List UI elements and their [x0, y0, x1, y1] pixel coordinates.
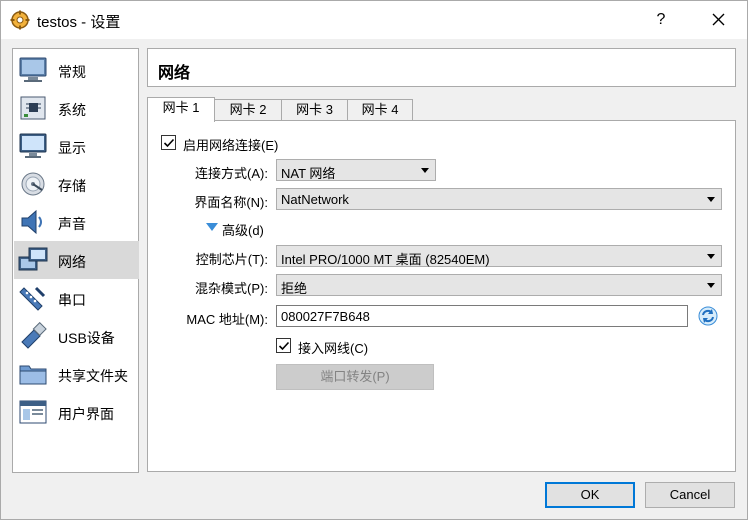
sidebar-item-label: 存储: [58, 178, 86, 194]
sidebar-item-audio[interactable]: 声音: [14, 203, 139, 241]
tab-adapter-3[interactable]: 网卡 3: [281, 99, 348, 121]
page-header: 网络: [147, 48, 736, 87]
adapter-name-label: 界面名称(N):: [194, 195, 268, 210]
chevron-down-icon: [707, 283, 715, 288]
usb-icon: [21, 322, 47, 349]
storage-icon: [21, 172, 45, 196]
promiscuous-mode-label: 混杂模式(P):: [195, 281, 268, 296]
sidebar-item-display[interactable]: 显示: [14, 127, 139, 165]
adapter-name-value: NatNetwork: [281, 192, 349, 207]
network-icon: [18, 247, 48, 271]
sidebar-item-serial-ports[interactable]: 串口: [14, 279, 139, 317]
sidebar-item-label: 串口: [58, 292, 86, 308]
mac-address-label: MAC 地址(M):: [186, 312, 268, 327]
advanced-toggle[interactable]: 高级(d): [204, 218, 284, 238]
system-icon: [20, 96, 46, 120]
sidebar-item-label: 系统: [58, 102, 86, 118]
promiscuous-mode-value: 拒绝: [281, 281, 308, 296]
cable-connected-label: 接入网线(C): [298, 341, 369, 356]
sidebar-item-label: 声音: [58, 216, 86, 232]
sidebar-item-label: USB设备: [58, 330, 115, 346]
mac-address-field[interactable]: [277, 306, 687, 326]
attached-to-select[interactable]: NAT 网络: [276, 159, 436, 181]
sidebar-item-label: 显示: [58, 140, 86, 156]
chevron-down-icon: [707, 197, 715, 202]
adapter-type-value: Intel PRO/1000 MT 桌面 (82540EM): [281, 252, 490, 267]
ok-button[interactable]: OK: [545, 482, 635, 508]
sidebar-item-user-interface[interactable]: 用户界面: [14, 393, 139, 431]
close-button[interactable]: [701, 5, 735, 35]
sidebar-item-shared-folders[interactable]: 共享文件夹: [14, 355, 139, 393]
sidebar-item-storage[interactable]: 存储: [14, 165, 139, 203]
sidebar-item-system[interactable]: 系统: [14, 89, 139, 127]
refresh-mac-icon[interactable]: [697, 305, 719, 327]
expand-arrow-icon: [206, 223, 218, 231]
user-interface-icon: [19, 400, 47, 424]
general-icon: [19, 57, 47, 82]
mac-address-input[interactable]: [276, 305, 688, 327]
tab-adapter-4[interactable]: 网卡 4: [347, 99, 413, 121]
sidebar-item-label: 用户界面: [58, 406, 114, 422]
title-bar: testos - 设置 ?: [1, 1, 747, 39]
audio-icon: [21, 209, 42, 235]
cable-connected-checkbox[interactable]: [276, 338, 291, 353]
enable-adapter-checkbox[interactable]: [161, 135, 176, 150]
shared-folder-icon: [19, 365, 47, 385]
enable-adapter-label: 启用网络连接(E): [183, 138, 279, 153]
help-button[interactable]: ?: [649, 7, 673, 33]
settings-dialog: testos - 设置 ? 常规 系统 显示 存储 声音 网络 串口 USB设备…: [0, 0, 748, 520]
virtualbox-app-icon: [10, 10, 30, 30]
sidebar-item-usb[interactable]: USB设备: [14, 317, 139, 355]
attached-to-label: 连接方式(A):: [195, 166, 268, 181]
adapter-type-select[interactable]: Intel PRO/1000 MT 桌面 (82540EM): [276, 245, 722, 267]
sidebar-item-label: 网络: [58, 254, 86, 270]
page-title: 网络: [158, 65, 191, 82]
sidebar-item-label: 共享文件夹: [58, 368, 128, 384]
close-icon: [712, 13, 725, 26]
adapter-type-label: 控制芯片(T):: [195, 252, 268, 267]
tab-adapter-1[interactable]: 网卡 1: [147, 97, 215, 122]
promiscuous-mode-select[interactable]: 拒绝: [276, 274, 722, 296]
display-icon: [19, 133, 47, 158]
adapter-name-select[interactable]: NatNetwork: [276, 188, 722, 210]
adapter-tab-panel: 启用网络连接(E) 连接方式(A): NAT 网络 界面名称(N): NatNe…: [147, 120, 736, 472]
chevron-down-icon: [707, 254, 715, 259]
checkmark-icon: [278, 341, 290, 351]
sidebar-item-general[interactable]: 常规: [14, 51, 139, 89]
advanced-label: 高级(d): [222, 223, 264, 238]
sidebar-item-network[interactable]: 网络: [14, 241, 139, 279]
chevron-down-icon: [421, 168, 429, 173]
settings-category-list: 常规 系统 显示 存储 声音 网络 串口 USB设备 共享文件夹 用户界面: [12, 48, 139, 473]
cancel-button[interactable]: Cancel: [645, 482, 735, 508]
attached-to-value: NAT 网络: [281, 166, 336, 181]
sidebar-item-label: 常规: [58, 64, 86, 80]
serial-port-icon: [19, 286, 46, 311]
window-title: testos - 设置: [37, 14, 121, 31]
tab-adapter-2[interactable]: 网卡 2: [214, 99, 282, 121]
checkmark-icon: [163, 138, 175, 148]
port-forwarding-button[interactable]: 端口转发(P): [276, 364, 434, 390]
